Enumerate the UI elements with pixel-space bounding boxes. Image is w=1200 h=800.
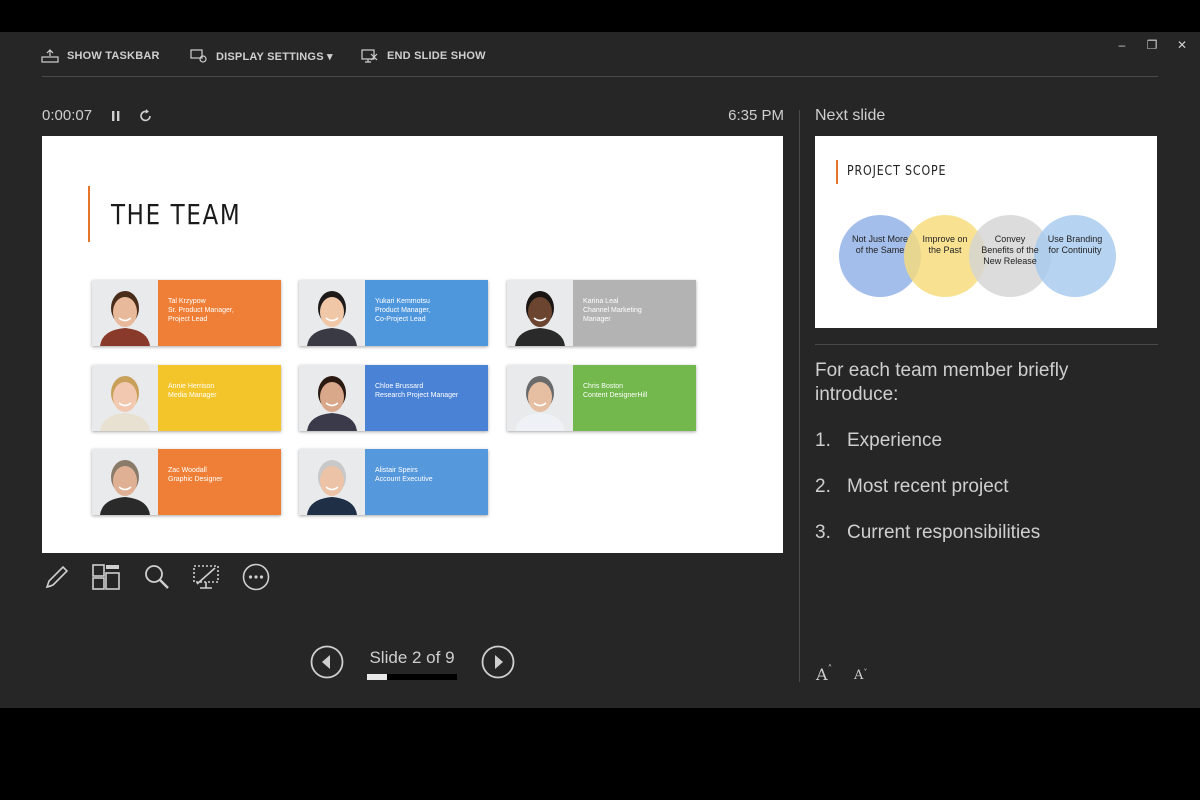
scope-venn-diagram bbox=[839, 215, 1116, 297]
speaker-notes[interactable]: For each team member briefly introduce: … bbox=[815, 359, 1155, 567]
see-all-slides-icon[interactable] bbox=[91, 562, 121, 592]
team-member-card: Alistair Speirs Account Executive bbox=[299, 449, 488, 515]
team-member-card: Chloe Brussard Research Project Manager bbox=[299, 365, 488, 431]
member-details: Zac Woodall Graphic Designer bbox=[168, 467, 223, 483]
member-details: Annie Herrison Media Manager bbox=[168, 383, 217, 399]
scope-circle-label: Convey Benefits of the New Release bbox=[981, 234, 1039, 266]
show-taskbar-button[interactable]: SHOW TASKBAR bbox=[41, 48, 160, 64]
team-member-card: Zac Woodall Graphic Designer bbox=[92, 449, 281, 515]
member-photo bbox=[299, 365, 365, 431]
pen-icon[interactable] bbox=[42, 562, 72, 592]
member-info: Yukari Kemmotsu Product Manager, Co-Projec… bbox=[365, 280, 488, 346]
notes-item-text: Experience bbox=[847, 430, 943, 451]
member-photo bbox=[507, 280, 573, 346]
member-info: Annie Herrison Media Manager bbox=[158, 365, 281, 431]
close-icon[interactable]: ✕ bbox=[1174, 38, 1190, 52]
notes-list-item: 2. Most recent project bbox=[815, 475, 1155, 499]
member-details: Chloe Brussard Research Project Manager bbox=[375, 383, 459, 399]
team-member-card: Annie Herrison Media Manager bbox=[92, 365, 281, 431]
toolbar-divider bbox=[42, 76, 1158, 77]
end-slide-show-label: END SLIDE SHOW bbox=[387, 50, 486, 62]
decrease-font-icon[interactable]: A˅ bbox=[854, 668, 867, 688]
member-info: Chris Boston Content DesignerHill bbox=[573, 365, 696, 431]
notes-intro: For each team member briefly introduce: bbox=[815, 360, 1069, 405]
title-accent-bar bbox=[88, 186, 90, 242]
presenter-view: SHOW TASKBAR DISPLAY SETTINGS ▾ END SLID… bbox=[0, 32, 1200, 708]
notes-item-number: 2. bbox=[815, 476, 831, 497]
pane-divider[interactable] bbox=[799, 110, 800, 682]
slide-counter[interactable]: Slide 2 of 9 bbox=[366, 648, 458, 668]
member-details: Alistair Speirs Account Executive bbox=[375, 467, 433, 483]
restart-timer-icon[interactable] bbox=[138, 107, 154, 125]
team-member-card: Chris Boston Content DesignerHill bbox=[507, 365, 696, 431]
team-member-card: Yukari Kemmotsu Product Manager, Co-Projec… bbox=[299, 280, 488, 346]
member-details: Chris Boston Content DesignerHill bbox=[583, 383, 648, 399]
member-photo bbox=[92, 280, 158, 346]
end-show-icon bbox=[361, 49, 378, 63]
member-photo bbox=[507, 365, 573, 431]
slide-progress-fill bbox=[367, 674, 387, 680]
scope-circle bbox=[1034, 215, 1116, 297]
notes-item-number: 3. bbox=[815, 522, 831, 543]
scope-circle-label: Use Branding for Continuity bbox=[1047, 234, 1103, 255]
notes-item-text: Most recent project bbox=[847, 476, 1009, 497]
next-slide-button[interactable] bbox=[481, 645, 515, 679]
display-settings-button[interactable]: DISPLAY SETTINGS ▾ bbox=[190, 48, 333, 64]
presenter-toolbar: SHOW TASKBAR DISPLAY SETTINGS ▾ END SLID… bbox=[0, 32, 1200, 78]
elapsed-timer: 0:00:07 bbox=[42, 107, 93, 124]
show-taskbar-label: SHOW TASKBAR bbox=[67, 50, 160, 62]
pause-icon[interactable] bbox=[108, 107, 124, 125]
member-info: Zac Woodall Graphic Designer bbox=[158, 449, 281, 515]
notes-list-item: 1. Experience bbox=[815, 429, 1155, 453]
black-screen-icon[interactable] bbox=[191, 562, 221, 592]
display-settings-label: DISPLAY SETTINGS ▾ bbox=[216, 50, 333, 63]
restore-icon[interactable]: ❐ bbox=[1144, 38, 1160, 52]
current-slide[interactable]: THE TEAM Tal Krzypow Sr. Product Manager,… bbox=[42, 136, 783, 553]
member-info: Tal Krzypow Sr. Product Manager, Project L… bbox=[158, 280, 281, 346]
next-slide-label: Next slide bbox=[815, 107, 886, 124]
decrease-font-glyph: A bbox=[854, 668, 864, 683]
notes-item-text: Current responsibilities bbox=[847, 522, 1041, 543]
member-info: Chloe Brussard Research Project Manager bbox=[365, 365, 488, 431]
more-options-icon[interactable] bbox=[241, 562, 271, 592]
member-photo bbox=[299, 449, 365, 515]
notes-divider bbox=[815, 344, 1158, 345]
letterbox-top bbox=[0, 0, 1200, 32]
notes-item-number: 1. bbox=[815, 430, 831, 451]
increase-font-glyph: A bbox=[816, 665, 828, 684]
member-photo bbox=[92, 365, 158, 431]
increase-font-icon[interactable]: A˄ bbox=[816, 665, 832, 685]
member-photo bbox=[92, 449, 158, 515]
member-info: Alistair Speirs Account Executive bbox=[365, 449, 488, 515]
slide-progress bbox=[367, 674, 457, 680]
team-member-card: Tal Krzypow Sr. Product Manager, Project L… bbox=[92, 280, 281, 346]
team-member-card: Karina Leal Channel Marketing Manager bbox=[507, 280, 696, 346]
member-details: Karina Leal Channel Marketing Manager bbox=[583, 298, 642, 323]
end-slide-show-button[interactable]: END SLIDE SHOW bbox=[361, 48, 486, 64]
letterbox-bottom bbox=[0, 708, 1200, 800]
notes-list-item: 3. Current responsibilities bbox=[815, 521, 1155, 545]
scope-circle-label: Not Just More of the Same bbox=[851, 234, 909, 255]
member-details: Tal Krzypow Sr. Product Manager, Project L… bbox=[168, 298, 234, 323]
slide-title: THE TEAM bbox=[111, 198, 242, 231]
scope-circle-label: Improve on the Past bbox=[922, 234, 968, 255]
member-info: Karina Leal Channel Marketing Manager bbox=[573, 280, 696, 346]
minimize-icon[interactable]: – bbox=[1114, 38, 1130, 52]
member-photo bbox=[299, 280, 365, 346]
previous-slide-button[interactable] bbox=[310, 645, 344, 679]
display-settings-icon bbox=[190, 49, 207, 63]
zoom-icon[interactable] bbox=[142, 562, 172, 592]
next-slide-preview[interactable]: PROJECT SCOPE Not Just More of the Same I… bbox=[815, 136, 1157, 328]
taskbar-icon bbox=[41, 49, 59, 63]
member-details: Yukari Kemmotsu Product Manager, Co-Projec… bbox=[375, 298, 431, 323]
current-time: 6:35 PM bbox=[728, 107, 784, 124]
